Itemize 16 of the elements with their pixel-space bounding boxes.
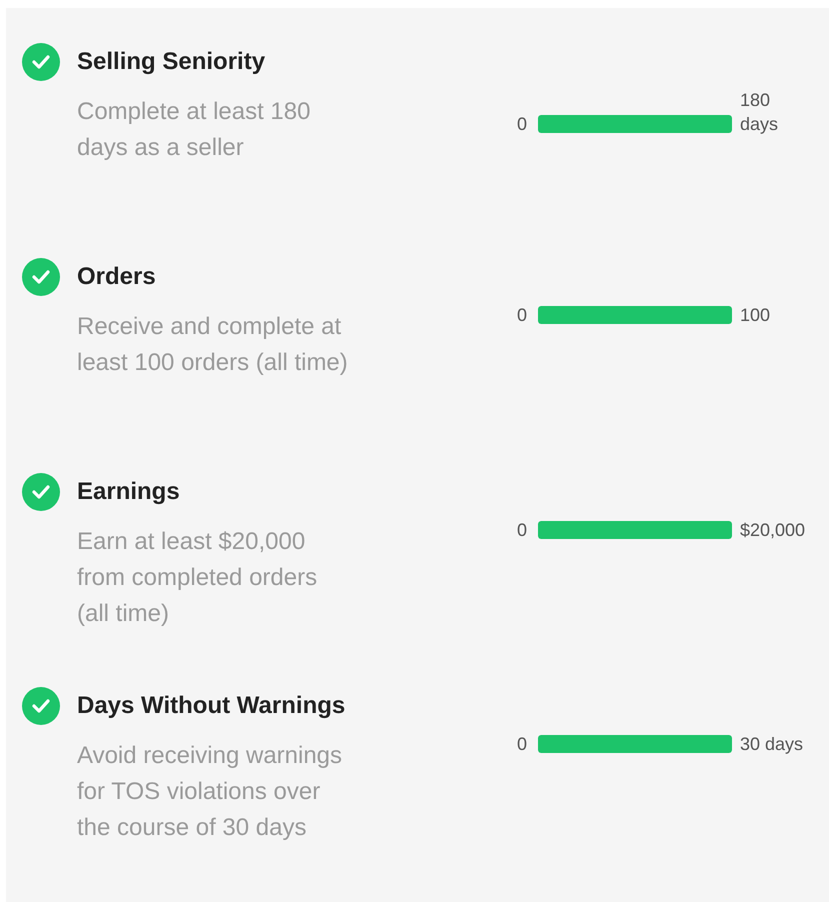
requirement-title: Selling Seniority [77,47,266,77]
requirement-description: Avoid receiving warnings for TOS violations over the course of 30 days [77,741,344,844]
requirement-title: Orders [77,262,156,292]
progress-max-label: 100 [740,304,772,327]
requirement-title: Earnings [77,476,180,506]
requirement-description: Receive and complete at least 100 orders (all time) [77,312,349,378]
progress-min-label: 0 [516,304,528,327]
requirement-description: Earn at least $20,000 from completed orders (all time) [77,526,318,628]
progress-max-label: $20,000 [740,518,806,542]
progress-min-label: 0 [516,113,528,136]
progress-max-label: 180 days [740,89,780,136]
requirement-description: Complete at least 180 days as a seller [77,97,312,163]
progress-min-label: 0 [516,733,528,756]
progress-max-label: 30 days [740,733,804,756]
progress-min-label: 0 [516,518,528,542]
requirement-title: Days Without Warnings [77,691,346,722]
